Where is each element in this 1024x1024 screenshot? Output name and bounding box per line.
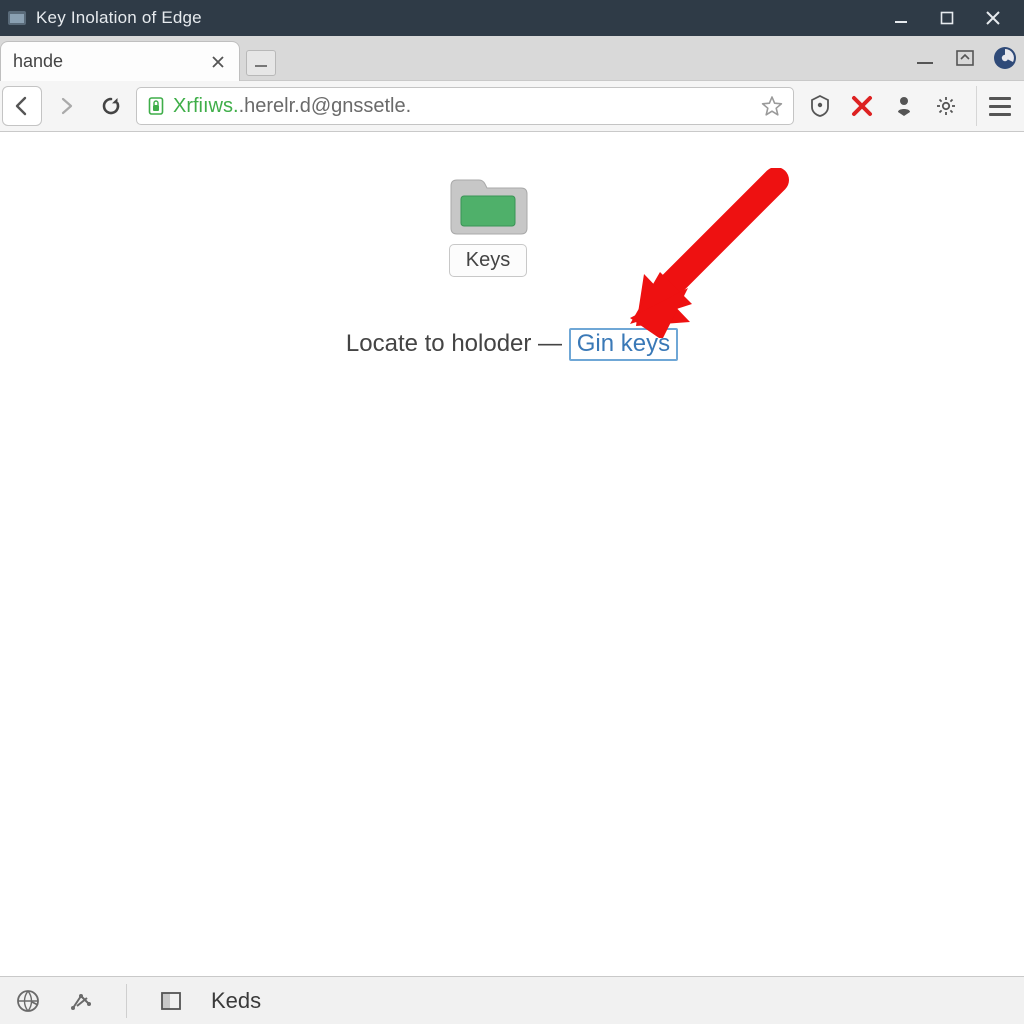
- window-close-button[interactable]: [970, 0, 1016, 36]
- person-pin-icon[interactable]: [884, 86, 924, 126]
- status-divider: [126, 984, 127, 1018]
- new-tab-button[interactable]: [246, 50, 276, 76]
- window-title: Key Inolation of Edge: [36, 8, 202, 28]
- browser-tab-active[interactable]: hande: [0, 41, 240, 81]
- site-security-icon[interactable]: [145, 95, 167, 117]
- gear-icon[interactable]: [926, 86, 966, 126]
- block-x-icon[interactable]: [842, 86, 882, 126]
- back-button[interactable]: [2, 86, 42, 126]
- tabstrip-right-controls: [912, 36, 1024, 80]
- secondary-minimize-icon[interactable]: [912, 45, 938, 71]
- tray-collapse-icon[interactable]: [952, 45, 978, 71]
- tab-strip: hande: [0, 36, 1024, 80]
- reload-button[interactable]: [92, 87, 130, 125]
- status-bar: Keds: [0, 976, 1024, 1024]
- status-network-icon[interactable]: [68, 987, 96, 1015]
- browser-logo-icon: [992, 45, 1018, 71]
- extension-badge-icon[interactable]: [800, 86, 840, 126]
- address-bar[interactable]: Xrfiıws..herelr.d@gnssetle.: [136, 87, 794, 125]
- window-titlebar: Key Inolation of Edge: [0, 0, 1024, 36]
- folder-icon: [445, 174, 531, 240]
- url-text: Xrfiıws..herelr.d@gnssetle.: [173, 95, 753, 118]
- window-maximize-button[interactable]: [924, 0, 970, 36]
- status-panel-icon[interactable]: [157, 987, 185, 1015]
- annotation-arrow: [626, 168, 796, 338]
- navigation-toolbar: Xrfiıws..herelr.d@gnssetle.: [0, 80, 1024, 132]
- tab-close-button[interactable]: [207, 51, 229, 73]
- status-globe-icon[interactable]: [14, 987, 42, 1015]
- keys-folder[interactable]: Keys: [432, 174, 544, 277]
- prompt-text: Locate to holoder —: [346, 330, 569, 357]
- folder-label: Keys: [449, 244, 527, 277]
- tab-title: hande: [13, 51, 207, 72]
- toolbar-icon-group: [800, 86, 966, 126]
- forward-button[interactable]: [48, 87, 86, 125]
- gin-keys-link[interactable]: Gin keys: [569, 328, 678, 361]
- menu-button[interactable]: [976, 86, 1016, 126]
- prompt-line: Locate to holoder — Gin keys: [0, 330, 1024, 358]
- app-icon: [6, 7, 28, 29]
- page-content: Keys Locate to holoder — Gin keys: [0, 132, 1024, 976]
- window-minimize-button[interactable]: [878, 0, 924, 36]
- status-label: Keds: [211, 988, 261, 1014]
- bookmark-star-icon[interactable]: [759, 93, 785, 119]
